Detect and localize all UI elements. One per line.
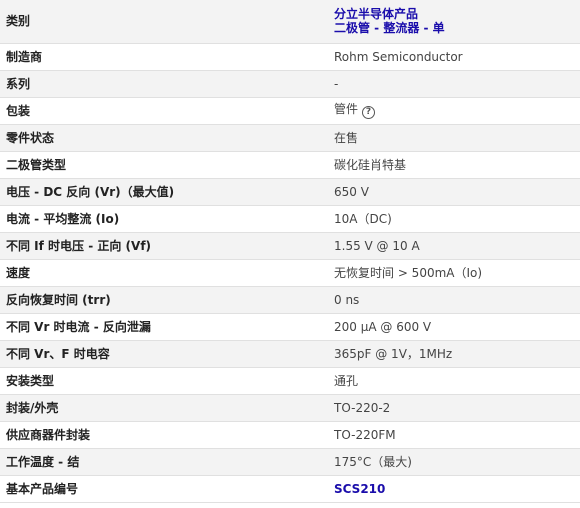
row-label: 速度 — [0, 259, 328, 287]
row-label: 制造商 — [0, 43, 328, 71]
row-value: 175°C（最大) — [328, 448, 580, 476]
packaging-value: 管件 — [334, 102, 359, 116]
row-label: 不同 Vr、F 时电容 — [0, 340, 328, 368]
row-value: 10A（DC) — [328, 205, 580, 233]
row-label: 电压 - DC 反向 (Vr)（最大值) — [0, 178, 328, 206]
row-label: 不同 If 时电压 - 正向 (Vf) — [0, 232, 328, 260]
table-row-capacitance: 不同 Vr、F 时电容 365pF @ 1V，1MHz — [0, 340, 580, 368]
row-value: 200 µA @ 600 V — [328, 313, 580, 341]
row-label: 系列 — [0, 70, 328, 98]
row-value: 通孔 — [328, 367, 580, 395]
row-value: 650 V — [328, 178, 580, 206]
row-value: TO-220FM — [328, 421, 580, 449]
row-label: 安装类型 — [0, 367, 328, 395]
row-value: 分立半导体产品 二极管 - 整流器 - 单 — [328, 0, 580, 44]
row-value: 1.55 V @ 10 A — [328, 232, 580, 260]
row-value: 在售 — [328, 124, 580, 152]
category-link[interactable]: 分立半导体产品 — [334, 7, 418, 21]
row-label: 二极管类型 — [0, 151, 328, 179]
table-row-base-product-number: 基本产品编号 SCS210 — [0, 475, 580, 503]
row-value: 管件? — [328, 97, 580, 125]
table-row-category: 类别 分立半导体产品 二极管 - 整流器 - 单 — [0, 0, 580, 44]
row-label: 类别 — [0, 0, 328, 44]
row-value: 碳化硅肖特基 — [328, 151, 580, 179]
table-row-packaging: 包装 管件? — [0, 97, 580, 125]
row-label: 基本产品编号 — [0, 475, 328, 503]
row-value: 0 ns — [328, 286, 580, 314]
row-label: 零件状态 — [0, 124, 328, 152]
table-row-manufacturer: 制造商 Rohm Semiconductor — [0, 43, 580, 71]
table-row-voltage-forward: 不同 If 时电压 - 正向 (Vf) 1.55 V @ 10 A — [0, 232, 580, 260]
table-row-series: 系列 - — [0, 70, 580, 98]
row-label: 包装 — [0, 97, 328, 125]
subcategory-link[interactable]: 二极管 - 整流器 - 单 — [334, 21, 445, 35]
row-value: Rohm Semiconductor — [328, 43, 580, 71]
table-row-reverse-recovery-time: 反向恢复时间 (trr) 0 ns — [0, 286, 580, 314]
row-label: 电流 - 平均整流 (Io) — [0, 205, 328, 233]
row-label: 反向恢复时间 (trr) — [0, 286, 328, 314]
product-attributes-table: 类别 分立半导体产品 二极管 - 整流器 - 单 制造商 Rohm Semico… — [0, 0, 580, 503]
row-value: TO-220-2 — [328, 394, 580, 422]
table-row-supplier-device-package: 供应商器件封装 TO-220FM — [0, 421, 580, 449]
table-row-diode-type: 二极管类型 碳化硅肖特基 — [0, 151, 580, 179]
row-value: SCS210 — [328, 475, 580, 503]
row-label: 供应商器件封装 — [0, 421, 328, 449]
row-value: 无恢复时间 > 500mA（Io) — [328, 259, 580, 287]
table-row-mounting-type: 安装类型 通孔 — [0, 367, 580, 395]
row-value: 365pF @ 1V，1MHz — [328, 340, 580, 368]
row-value: - — [328, 70, 580, 98]
table-row-voltage-dc-reverse: 电压 - DC 反向 (Vr)（最大值) 650 V — [0, 178, 580, 206]
row-label: 不同 Vr 时电流 - 反向泄漏 — [0, 313, 328, 341]
question-circle-icon[interactable]: ? — [362, 106, 376, 119]
table-row-part-status: 零件状态 在售 — [0, 124, 580, 152]
table-row-speed: 速度 无恢复时间 > 500mA（Io) — [0, 259, 580, 287]
table-row-current-average-rectified: 电流 - 平均整流 (Io) 10A（DC) — [0, 205, 580, 233]
row-label: 封装/外壳 — [0, 394, 328, 422]
row-label: 工作温度 - 结 — [0, 448, 328, 476]
table-row-operating-temperature: 工作温度 - 结 175°C（最大) — [0, 448, 580, 476]
base-product-number-link[interactable]: SCS210 — [334, 482, 385, 496]
table-row-package-case: 封装/外壳 TO-220-2 — [0, 394, 580, 422]
table-row-reverse-leakage: 不同 Vr 时电流 - 反向泄漏 200 µA @ 600 V — [0, 313, 580, 341]
